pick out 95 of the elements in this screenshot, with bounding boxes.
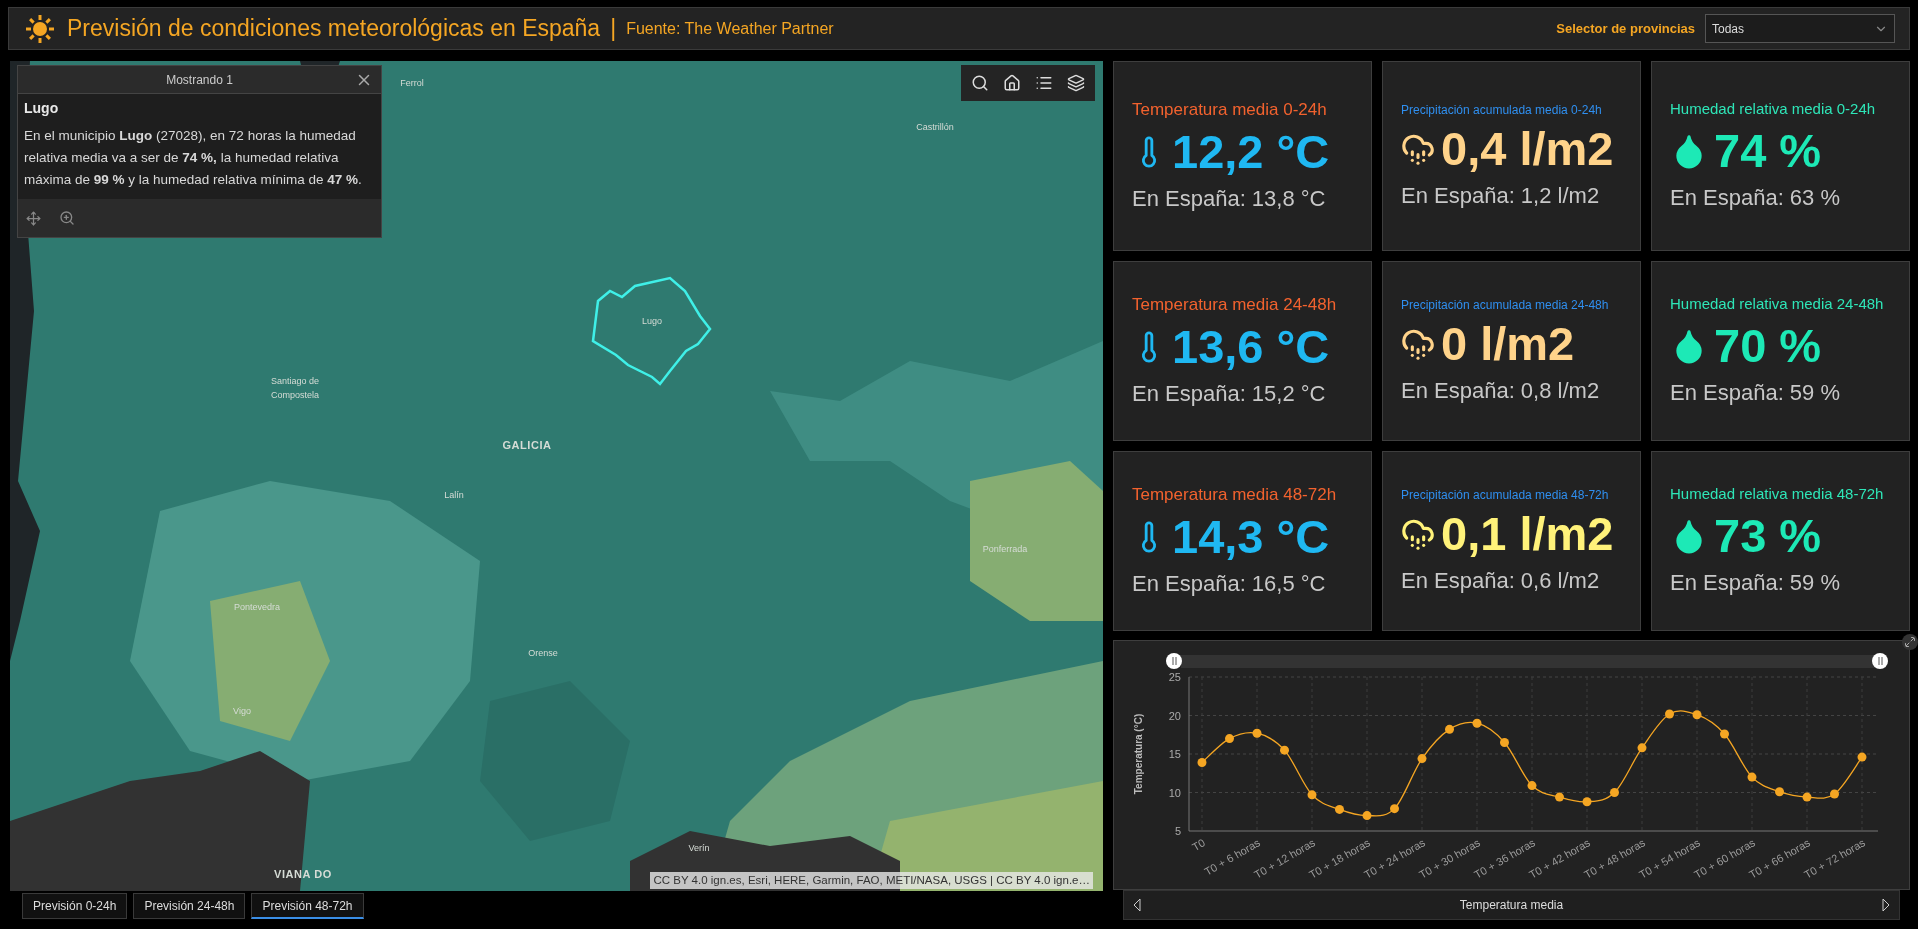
title-separator: | [610, 14, 617, 44]
data-point[interactable] [1555, 792, 1564, 802]
data-point[interactable] [1610, 788, 1619, 797]
y-tick-label: 5 [1174, 825, 1181, 837]
map-label: Ferrol [399, 77, 425, 91]
card-title: Temperatura media 0-24h [1132, 98, 1328, 121]
layers-icon[interactable] [1067, 74, 1085, 92]
forecast-tab[interactable]: Previsión 24-48h [133, 893, 246, 919]
spain-value: En España: 59 % [1670, 378, 1841, 407]
data-point[interactable] [1527, 781, 1537, 791]
card-title: Temperatura media 24-48h [1132, 293, 1338, 316]
next-arrow-icon[interactable] [1881, 898, 1891, 912]
spain-value: En España: 63 % [1670, 183, 1841, 212]
spain-value: En España: 0,6 l/m2 [1401, 566, 1601, 595]
data-point[interactable] [1335, 804, 1344, 814]
choropleth-map-drawing[interactable] [10, 61, 1103, 891]
list-icon[interactable] [1035, 74, 1053, 92]
stat-value: 14,3 °C [1172, 509, 1330, 566]
data-point[interactable] [1252, 728, 1262, 738]
data-point[interactable] [1500, 737, 1509, 747]
data-point[interactable] [1775, 787, 1784, 797]
data-point[interactable] [1802, 792, 1812, 802]
spain-value: En España: 15,2 °C [1132, 380, 1327, 409]
move-icon[interactable] [26, 210, 41, 226]
page-title: Previsión de condiciones meteorológicas en España [67, 14, 601, 44]
stat-value: 73 % [1714, 507, 1822, 564]
slider-handle[interactable] [1872, 653, 1888, 669]
map-label: Vigo [232, 705, 252, 719]
stat-value: 12,2 °C [1172, 124, 1330, 181]
province-select[interactable]: Todas [1705, 14, 1895, 43]
card-title: Humedad relativa media 48-72h [1670, 484, 1885, 505]
popup-title: Lugo [24, 99, 60, 118]
data-point[interactable] [1362, 811, 1372, 821]
map-label: Orense [527, 647, 559, 661]
popup-text: En el municipio Lugo (27028), en 72 horas la humedad relativa media va a ser de 74 %, la humedad relativa máxima de 99 % y la humedad relativa mínima de 47 %. [24, 127, 363, 189]
stat-value: 74 % [1714, 122, 1822, 179]
stat-value: 13,6 °C [1172, 319, 1330, 376]
data-point[interactable] [1582, 797, 1592, 807]
card-title: Temperatura media 48-72h [1132, 483, 1338, 506]
search-icon[interactable] [971, 74, 989, 92]
data-point[interactable] [1307, 790, 1317, 800]
data-point[interactable] [1280, 745, 1289, 755]
stat-value: 0,4 l/m2 [1441, 120, 1614, 177]
popup-header: Mostrando 1 [166, 71, 233, 89]
data-point[interactable] [1830, 789, 1839, 799]
zoom-in-icon[interactable] [59, 210, 75, 226]
chart-title: Temperatura media [1459, 897, 1564, 914]
y-tick-label: 25 [1168, 671, 1181, 683]
forecast-tab[interactable]: Previsión 0-24h [22, 893, 128, 919]
y-tick-label: 10 [1168, 786, 1181, 799]
data-point[interactable] [1390, 804, 1399, 814]
data-point[interactable] [1720, 729, 1729, 739]
map-label: Ponferrada [981, 543, 1029, 557]
slider-handle[interactable] [1166, 653, 1182, 669]
map-label: Castrillón [915, 121, 955, 135]
map-label: Verín [687, 842, 711, 856]
data-point[interactable] [1445, 724, 1454, 734]
spain-value: En España: 16,5 °C [1132, 570, 1327, 599]
data-point[interactable] [1472, 718, 1482, 728]
card-title: Precipitación acumulada media 24-48h [1401, 296, 1610, 314]
home-icon[interactable] [1003, 74, 1021, 92]
map-label: Lugo [641, 315, 663, 329]
source-text: Fuente: The Weather Partner [626, 18, 834, 39]
fullscreen-icon[interactable] [1902, 634, 1918, 650]
spain-value: En España: 59 % [1670, 568, 1841, 597]
data-point[interactable] [1197, 757, 1207, 767]
data-point[interactable] [1665, 709, 1674, 719]
y-tick-label: 15 [1168, 748, 1181, 760]
card-title: Precipitación acumulada media 0-24h [1401, 101, 1603, 119]
data-point[interactable] [1857, 752, 1867, 762]
spain-value: En España: 13,8 °C [1132, 185, 1327, 214]
spain-value: En España: 0,8 l/m2 [1401, 376, 1601, 405]
x-tick-label: T0 [1189, 836, 1207, 854]
map-label: Lalín [443, 489, 465, 503]
stat-value: 70 % [1714, 317, 1822, 374]
map-label: VIANA DO [274, 866, 332, 882]
previous-arrow-icon[interactable] [1132, 898, 1142, 912]
spain-value: En España: 1,2 l/m2 [1401, 181, 1601, 210]
data-point[interactable] [1692, 710, 1702, 720]
y-axis-title: Temperatura (°C) [1133, 713, 1144, 795]
stat-value: 0 l/m2 [1441, 315, 1575, 372]
data-point[interactable] [1225, 734, 1234, 744]
forecast-tab[interactable]: Previsión 48-72h [251, 893, 364, 919]
map-label: GALICIA [502, 437, 552, 453]
card-title: Humedad relativa media 24-48h [1670, 294, 1885, 315]
card-title: Humedad relativa media 0-24h [1670, 99, 1877, 120]
stat-value: 0,1 l/m2 [1441, 505, 1614, 562]
map-label: Santiago de Compostela [269, 374, 320, 402]
data-point[interactable] [1417, 754, 1427, 764]
selector-label: Selector de provincias [1556, 19, 1695, 38]
map-label: Pontevedra [232, 601, 281, 615]
card-title: Precipitación acumulada media 48-72h [1401, 486, 1610, 504]
data-point[interactable] [1637, 743, 1647, 753]
y-tick-label: 20 [1168, 709, 1181, 722]
data-point[interactable] [1747, 772, 1757, 782]
